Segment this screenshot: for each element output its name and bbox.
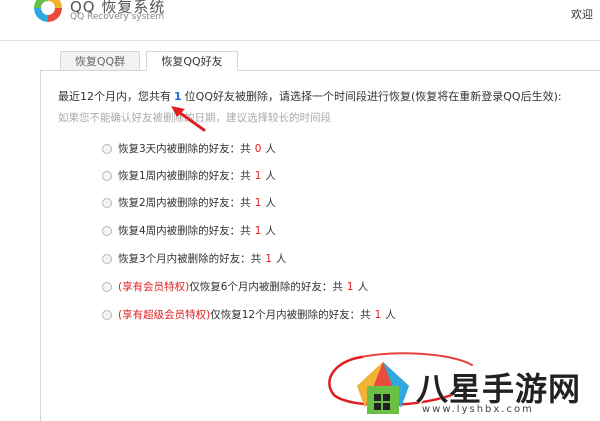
option-label: 恢复4周内被删除的好友：共: [118, 225, 251, 237]
radio-button[interactable]: [102, 253, 112, 264]
option-label: 恢复1周内被删除的好友：共: [118, 170, 251, 182]
qq-logo-icon: [34, 0, 62, 22]
privilege-tag: (享有超级会员特权): [118, 309, 211, 321]
option-label: 恢复3个月内被删除的好友：共: [118, 253, 262, 265]
radio-button[interactable]: [102, 309, 112, 320]
option-unit: 人: [385, 309, 396, 321]
option-label: 恢复2周内被删除的好友：共: [118, 197, 251, 209]
option-12-months[interactable]: (享有超级会员特权) 仅恢复12个月内被删除的好友：共 1 人: [102, 307, 396, 322]
option-3-days[interactable]: 恢复3天内被删除的好友：共 0 人: [102, 141, 276, 156]
option-unit: 人: [265, 225, 276, 237]
option-label: 仅恢复12个月内被删除的好友：共: [210, 309, 371, 321]
welcome-text: 欢迎: [571, 8, 593, 21]
red-arrow-annotation-icon: [171, 106, 206, 132]
option-count: 1: [254, 196, 262, 209]
option-6-months[interactable]: (享有会员特权) 仅恢复6个月内被删除的好友：共 1 人: [102, 279, 368, 294]
radio-button[interactable]: [102, 281, 112, 292]
option-4-weeks[interactable]: 恢复4周内被删除的好友：共 1 人: [102, 223, 276, 238]
option-count: 1: [254, 169, 262, 182]
app-subtitle: QQ Recovery system: [70, 12, 165, 22]
top-bar: QQ 恢复系统 QQ Recovery system 欢迎: [0, 0, 600, 41]
intro-suffix: 位QQ好友被删除，请选择一个时间段进行恢复(恢复将在重新登录QQ后生效):: [184, 90, 562, 103]
option-count: 1: [254, 224, 262, 237]
option-count: 1: [374, 308, 382, 321]
option-label: 仅恢复6个月内被删除的好友：共: [189, 281, 343, 293]
option-unit: 人: [265, 197, 276, 209]
option-count: 1: [265, 252, 272, 265]
watermark-url: www.lyshbx.com: [422, 404, 534, 415]
option-3-months[interactable]: 恢复3个月内被删除的好友：共 1 人: [102, 251, 286, 266]
deleted-count: 1: [174, 90, 182, 103]
watermark-logo-icon: [357, 362, 409, 414]
privilege-tag: (享有会员特权): [118, 281, 190, 293]
intro-prefix: 最近12个月内，您共有: [58, 90, 171, 103]
tab-recover-groups[interactable]: 恢复QQ群: [60, 51, 140, 71]
radio-button[interactable]: [102, 197, 112, 208]
option-count: 0: [254, 142, 262, 155]
option-count: 1: [346, 280, 354, 293]
option-unit: 人: [275, 253, 287, 265]
radio-button[interactable]: [102, 170, 112, 181]
option-unit: 人: [357, 281, 369, 293]
option-unit: 人: [265, 170, 276, 182]
option-unit: 人: [265, 143, 276, 155]
radio-button[interactable]: [102, 225, 112, 236]
option-2-weeks[interactable]: 恢复2周内被删除的好友：共 1 人: [102, 195, 276, 210]
tab-recover-friends[interactable]: 恢复QQ好友: [146, 51, 238, 71]
intro-text: 最近12个月内，您共有 1 位QQ好友被删除，请选择一个时间段进行恢复(恢复将在重新…: [58, 88, 562, 104]
option-label: 恢复3天内被删除的好友：共: [118, 143, 251, 155]
option-1-week[interactable]: 恢复1周内被删除的好友：共 1 人: [102, 168, 276, 183]
radio-button[interactable]: [102, 143, 112, 154]
